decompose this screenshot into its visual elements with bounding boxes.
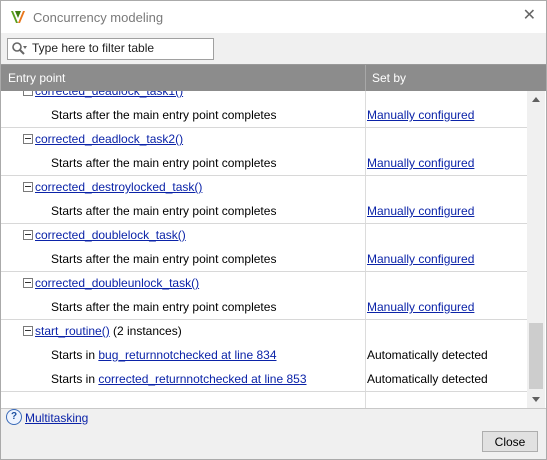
collapse-toggle-icon[interactable]	[23, 134, 33, 144]
collapse-toggle-icon[interactable]	[23, 182, 33, 192]
scroll-down-icon[interactable]	[527, 392, 545, 408]
group-separator	[1, 271, 527, 272]
close-button[interactable]: Close	[482, 431, 538, 452]
start-condition: Starts in bug_returnnotchecked at line 8…	[51, 348, 277, 362]
table-body: corrected_deadlock_task1() Starts after t…	[1, 91, 527, 408]
set-by-link[interactable]: Manually configured	[367, 252, 474, 266]
column-divider[interactable]	[365, 65, 366, 91]
entry-point-link[interactable]: corrected_doubleunlock_task()	[35, 276, 199, 290]
start-condition: Starts after the main entry point comple…	[51, 108, 276, 122]
vertical-scrollbar[interactable]	[527, 91, 545, 408]
start-condition-text: Starts in	[51, 372, 99, 386]
start-condition-text: Starts after the main entry point comple…	[51, 300, 277, 314]
start-condition-text: Starts after the main entry point comple…	[51, 252, 277, 266]
column-header-set-by[interactable]: Set by	[372, 71, 406, 85]
set-by-link[interactable]: Manually configured	[367, 204, 474, 218]
help-icon[interactable]: ?	[6, 409, 22, 425]
column-header-entry-point[interactable]: Entry point	[8, 71, 65, 85]
filter-input[interactable]	[32, 40, 210, 56]
start-condition: Starts after the main entry point comple…	[51, 204, 276, 218]
set-by-link[interactable]: Manually configured	[367, 300, 474, 314]
entry-point-link[interactable]: corrected_destroylocked_task()	[35, 180, 202, 194]
group-separator	[1, 175, 527, 176]
start-condition-text: Starts after the main entry point comple…	[51, 108, 277, 122]
collapse-toggle-icon[interactable]	[23, 326, 33, 336]
start-condition-text: Starts in	[51, 348, 99, 362]
app-logo-icon	[11, 11, 25, 23]
group-separator	[1, 319, 527, 320]
entry-point-link[interactable]: start_routine()	[35, 324, 110, 338]
entry-point-link[interactable]: corrected_deadlock_task2()	[35, 132, 183, 146]
collapse-toggle-icon[interactable]	[23, 278, 33, 288]
set-by-link[interactable]: Manually configured	[367, 156, 474, 170]
start-condition: Starts after the main entry point comple…	[51, 156, 276, 170]
start-condition-text: Starts after the main entry point comple…	[51, 156, 277, 170]
start-condition: Starts after the main entry point comple…	[51, 252, 276, 266]
window-title: Concurrency modeling	[33, 10, 164, 25]
multitasking-help-link[interactable]: Multitasking	[25, 411, 88, 425]
start-condition: Starts after the main entry point comple…	[51, 300, 276, 314]
set-by-link[interactable]: Manually configured	[367, 108, 474, 122]
collapse-toggle-icon[interactable]	[23, 91, 33, 96]
close-window-icon[interactable]: ✕	[523, 8, 536, 24]
source-location-link[interactable]: corrected_returnnotchecked at line 853	[98, 372, 306, 386]
scrollbar-thumb[interactable]	[529, 323, 543, 389]
group-separator	[1, 391, 527, 392]
instance-count: (2 instances)	[113, 324, 182, 338]
search-filter-icon[interactable]	[11, 41, 27, 57]
column-divider	[365, 91, 366, 408]
entry-point-table: Entry point Set by corrected_deadlock_ta…	[1, 64, 546, 409]
scroll-up-icon[interactable]	[527, 91, 545, 107]
filter-box	[7, 38, 214, 60]
set-by-text: Automatically detected	[367, 372, 488, 386]
start-condition-text: Starts after the main entry point comple…	[51, 204, 277, 218]
table-header: Entry point Set by	[1, 65, 546, 91]
title-bar: Concurrency modeling ✕	[1, 1, 546, 33]
source-location-link[interactable]: bug_returnnotchecked at line 834	[98, 348, 276, 362]
collapse-toggle-icon[interactable]	[23, 230, 33, 240]
entry-point-link[interactable]: corrected_doublelock_task()	[35, 228, 186, 242]
set-by-text: Automatically detected	[367, 348, 488, 362]
entry-point-link[interactable]: corrected_deadlock_task1()	[35, 91, 183, 98]
group-separator	[1, 223, 527, 224]
concurrency-modeling-dialog: Concurrency modeling ✕ Entry point Set b…	[0, 0, 547, 460]
group-separator	[1, 127, 527, 128]
start-condition: Starts in corrected_returnnotchecked at …	[51, 372, 307, 386]
